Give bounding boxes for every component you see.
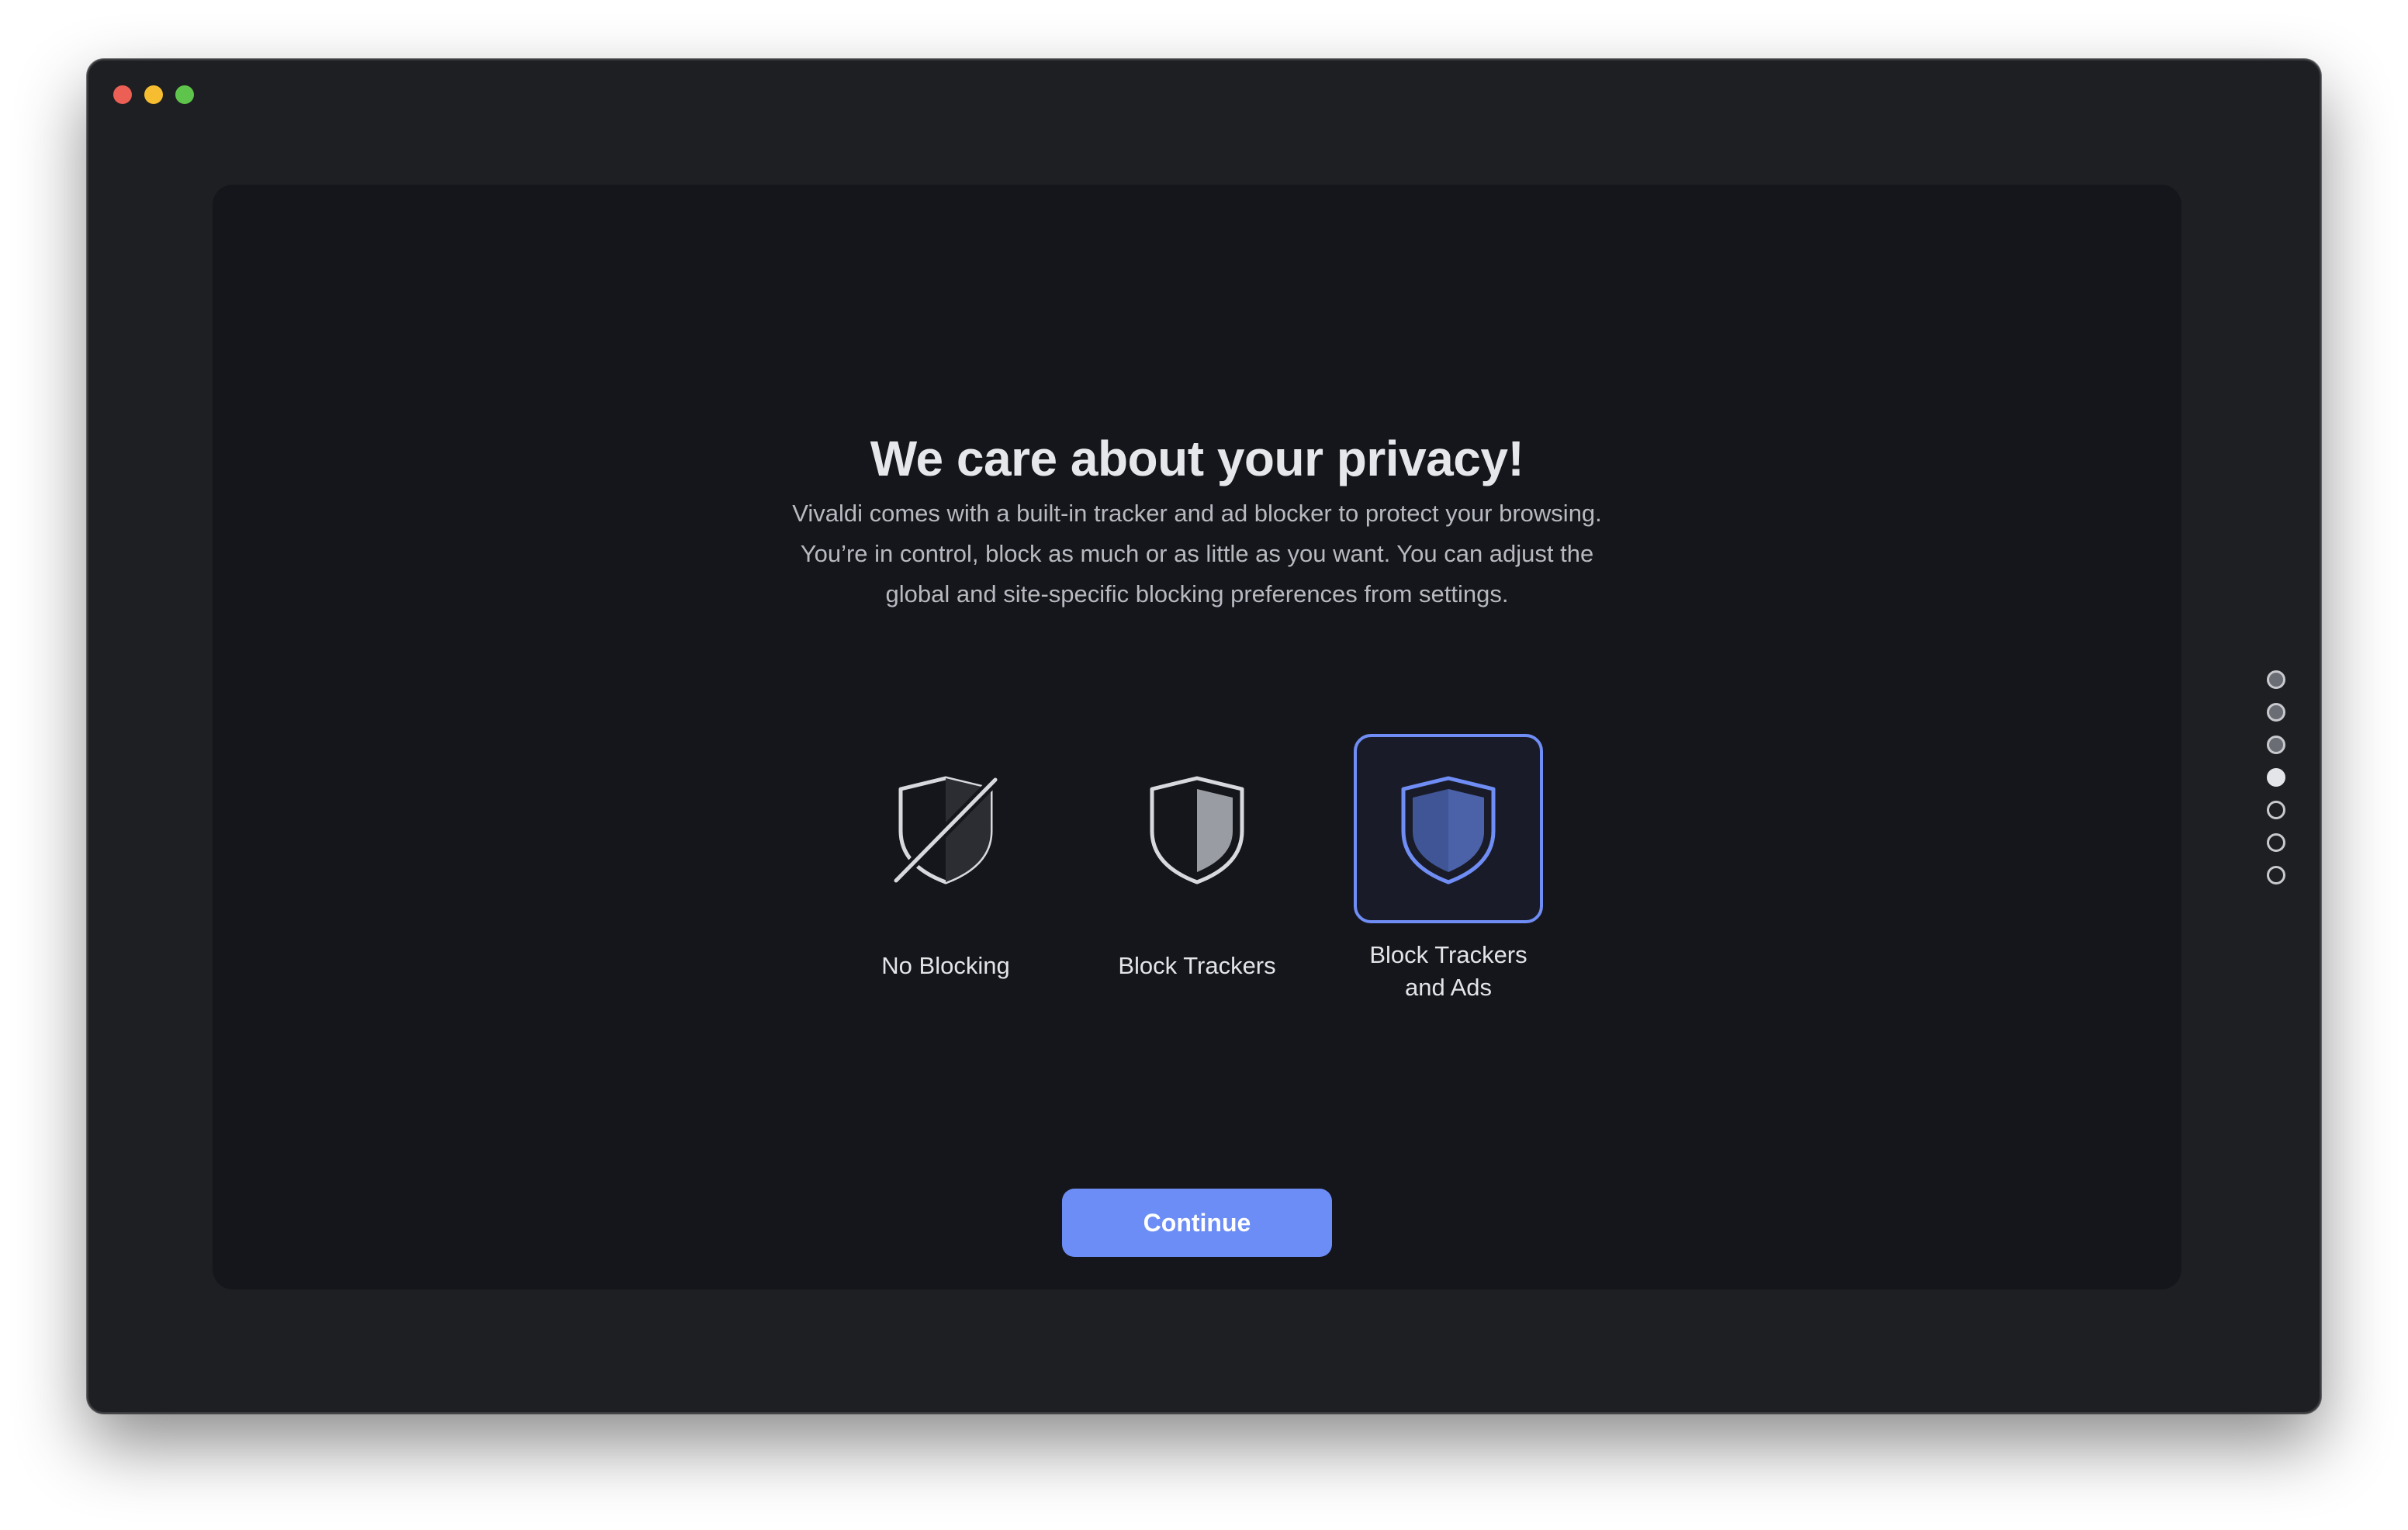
option-label: Block Trackers <box>1118 952 1276 979</box>
option-block-trackers[interactable]: Block Trackers <box>1102 734 1292 1004</box>
close-window-button[interactable] <box>113 85 132 104</box>
option-icon-box[interactable] <box>1102 734 1292 923</box>
step-dot-4[interactable] <box>2267 768 2285 787</box>
step-dot-2[interactable] <box>2267 703 2285 722</box>
option-icon-box-selected[interactable] <box>1354 734 1543 923</box>
step-indicator <box>2267 670 2285 884</box>
step-dot-7[interactable] <box>2267 866 2285 884</box>
option-no-blocking[interactable]: No Blocking <box>851 734 1040 1004</box>
page-description: Vivaldi comes with a built-in tracker an… <box>792 500 1602 608</box>
shield-half-icon <box>1150 776 1244 884</box>
step-dot-1[interactable] <box>2267 670 2285 689</box>
shield-slash-icon <box>892 776 999 884</box>
option-block-trackers-and-ads[interactable]: Block Trackers and Ads <box>1354 734 1543 1004</box>
app-window: We care about your privacy! Vivaldi come… <box>87 59 2321 1414</box>
window-controls <box>113 85 194 104</box>
option-label: No Blocking <box>881 952 1010 979</box>
continue-button[interactable]: Continue <box>1062 1189 1332 1257</box>
shield-full-icon <box>1401 776 1496 884</box>
step-dot-6[interactable] <box>2267 833 2285 852</box>
step-dot-3[interactable] <box>2267 736 2285 754</box>
blocking-options: No Blocking Block Trackers Block Tracker… <box>213 734 2181 1004</box>
step-dot-5[interactable] <box>2267 801 2285 819</box>
page-title: We care about your privacy! <box>870 431 1524 486</box>
minimize-window-button[interactable] <box>144 85 163 104</box>
option-label: Block Trackers and Ads <box>1369 941 1527 1001</box>
onboarding-panel: We care about your privacy! Vivaldi come… <box>213 185 2181 1289</box>
option-icon-box[interactable] <box>851 734 1040 923</box>
maximize-window-button[interactable] <box>175 85 194 104</box>
